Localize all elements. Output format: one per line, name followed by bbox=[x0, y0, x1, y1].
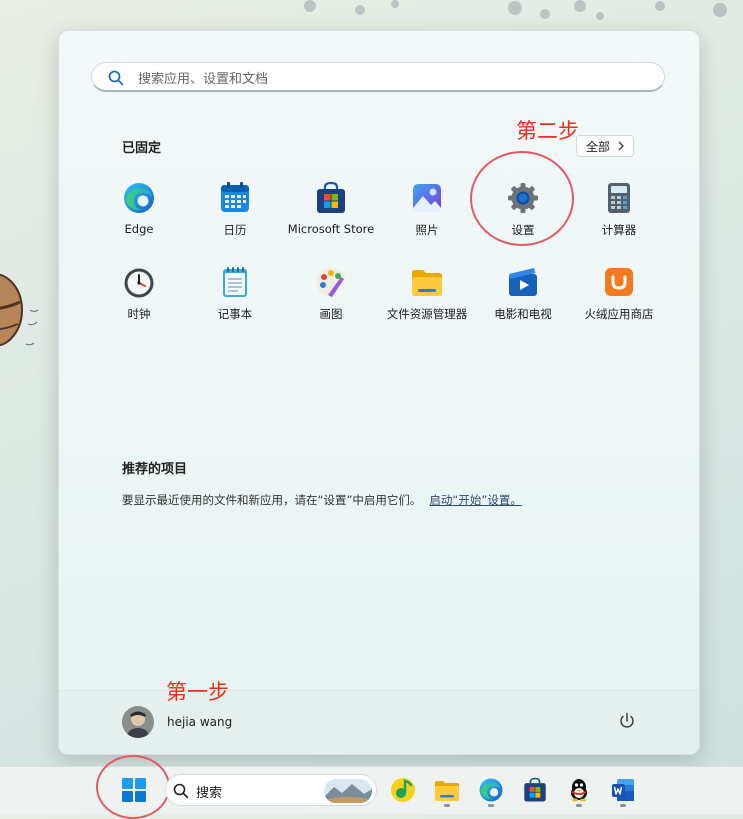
paint-icon bbox=[317, 268, 345, 297]
annotation-circle-start bbox=[96, 755, 170, 819]
qq-penguin-icon bbox=[571, 779, 587, 802]
movies-icon bbox=[509, 268, 537, 296]
taskbar-app-microsoft-store[interactable] bbox=[520, 775, 550, 805]
app-label: 画图 bbox=[319, 307, 343, 321]
pinned-app-photos[interactable]: 照片 bbox=[380, 175, 474, 251]
qq-music-icon bbox=[391, 778, 415, 802]
app-label: 照片 bbox=[415, 223, 439, 237]
app-label: 火绒应用商店 bbox=[584, 307, 654, 321]
app-label: 计算器 bbox=[601, 223, 637, 237]
running-indicator bbox=[576, 804, 582, 807]
store-icon bbox=[524, 777, 546, 802]
notepad-icon bbox=[223, 267, 247, 297]
folder-icon bbox=[435, 781, 459, 801]
annotation-step-one: 第一步 bbox=[166, 680, 229, 704]
annotation-circle-settings bbox=[470, 151, 574, 246]
taskbar-app-word[interactable] bbox=[608, 775, 638, 805]
recommended-section-title: 推荐的项目 bbox=[122, 462, 188, 477]
pinned-app-file-explorer[interactable]: 文件资源管理器 bbox=[380, 259, 474, 335]
all-apps-label: 全部 bbox=[585, 139, 610, 154]
chevron-right-icon bbox=[618, 141, 624, 151]
folder-icon bbox=[412, 270, 442, 296]
user-name: hejia wang bbox=[167, 715, 233, 729]
start-menu: 已固定 全部 Edge 日历 bbox=[58, 30, 700, 755]
search-icon bbox=[108, 70, 124, 86]
user-avatar-image bbox=[122, 706, 154, 738]
taskbar-app-edge[interactable] bbox=[476, 775, 506, 805]
pinned-app-microsoft-store[interactable]: Microsoft Store bbox=[284, 175, 378, 251]
start-search-box[interactable] bbox=[91, 62, 665, 92]
app-label: 电影和电视 bbox=[494, 307, 552, 321]
running-indicator bbox=[488, 804, 494, 807]
app-label: 日历 bbox=[223, 223, 247, 237]
running-indicator bbox=[620, 804, 626, 807]
taskbar-search-label: 搜索 bbox=[196, 786, 223, 801]
pinned-app-clock[interactable]: 时钟 bbox=[92, 259, 186, 335]
wallpaper-ink-decoration bbox=[304, 0, 727, 20]
word-icon bbox=[612, 779, 634, 801]
pinned-app-calculator[interactable]: 计算器 bbox=[572, 175, 666, 251]
taskbar-app-file-explorer[interactable] bbox=[432, 775, 462, 805]
wallpaper-character-decoration bbox=[0, 273, 39, 347]
pinned-app-movies-tv[interactable]: 电影和电视 bbox=[476, 259, 570, 335]
pinned-app-notepad[interactable]: 记事本 bbox=[188, 259, 282, 335]
clock-icon bbox=[124, 268, 154, 298]
running-indicator bbox=[444, 804, 450, 807]
search-icon bbox=[173, 783, 189, 799]
pinned-app-calendar[interactable]: 日历 bbox=[188, 175, 282, 251]
user-avatar[interactable] bbox=[122, 706, 154, 738]
app-label: Edge bbox=[124, 222, 154, 236]
taskbar-app-qq[interactable] bbox=[564, 775, 594, 805]
edge-icon bbox=[479, 778, 503, 802]
start-search-input[interactable] bbox=[136, 68, 640, 88]
start-menu-footer bbox=[59, 690, 699, 754]
app-label: 记事本 bbox=[217, 307, 253, 321]
calculator-icon bbox=[608, 183, 630, 213]
start-settings-link[interactable]: 启动“开始”设置。 bbox=[429, 493, 521, 507]
photos-icon bbox=[413, 184, 441, 212]
pinned-app-paint[interactable]: 画图 bbox=[284, 259, 378, 335]
all-apps-button[interactable]: 全部 bbox=[576, 135, 634, 157]
search-highlight-scenery-icon bbox=[324, 779, 372, 803]
edge-icon bbox=[124, 183, 154, 213]
app-label: 时钟 bbox=[127, 307, 151, 321]
pinned-app-huorong-store[interactable]: 火绒应用商店 bbox=[572, 259, 666, 335]
app-label: Microsoft Store bbox=[287, 222, 375, 236]
huorong-store-icon bbox=[605, 268, 633, 296]
pinned-section-title: 已固定 bbox=[122, 141, 162, 156]
recommended-message: 要显示最近使用的文件和新应用，请在“设置”中启用它们。 启动“开始”设置。 bbox=[122, 492, 522, 508]
pinned-app-edge[interactable]: Edge bbox=[92, 175, 186, 251]
taskbar-app-qq-music[interactable] bbox=[388, 775, 418, 805]
recommended-text: 要显示最近使用的文件和新应用，请在“设置”中启用它们。 bbox=[122, 493, 422, 507]
taskbar-search-box[interactable]: 搜索 bbox=[165, 774, 377, 806]
power-icon[interactable] bbox=[617, 711, 637, 731]
store-icon bbox=[317, 181, 345, 213]
annotation-step-two: 第二步 bbox=[516, 119, 579, 143]
app-label: 文件资源管理器 bbox=[386, 307, 468, 321]
calendar-icon bbox=[221, 182, 249, 212]
